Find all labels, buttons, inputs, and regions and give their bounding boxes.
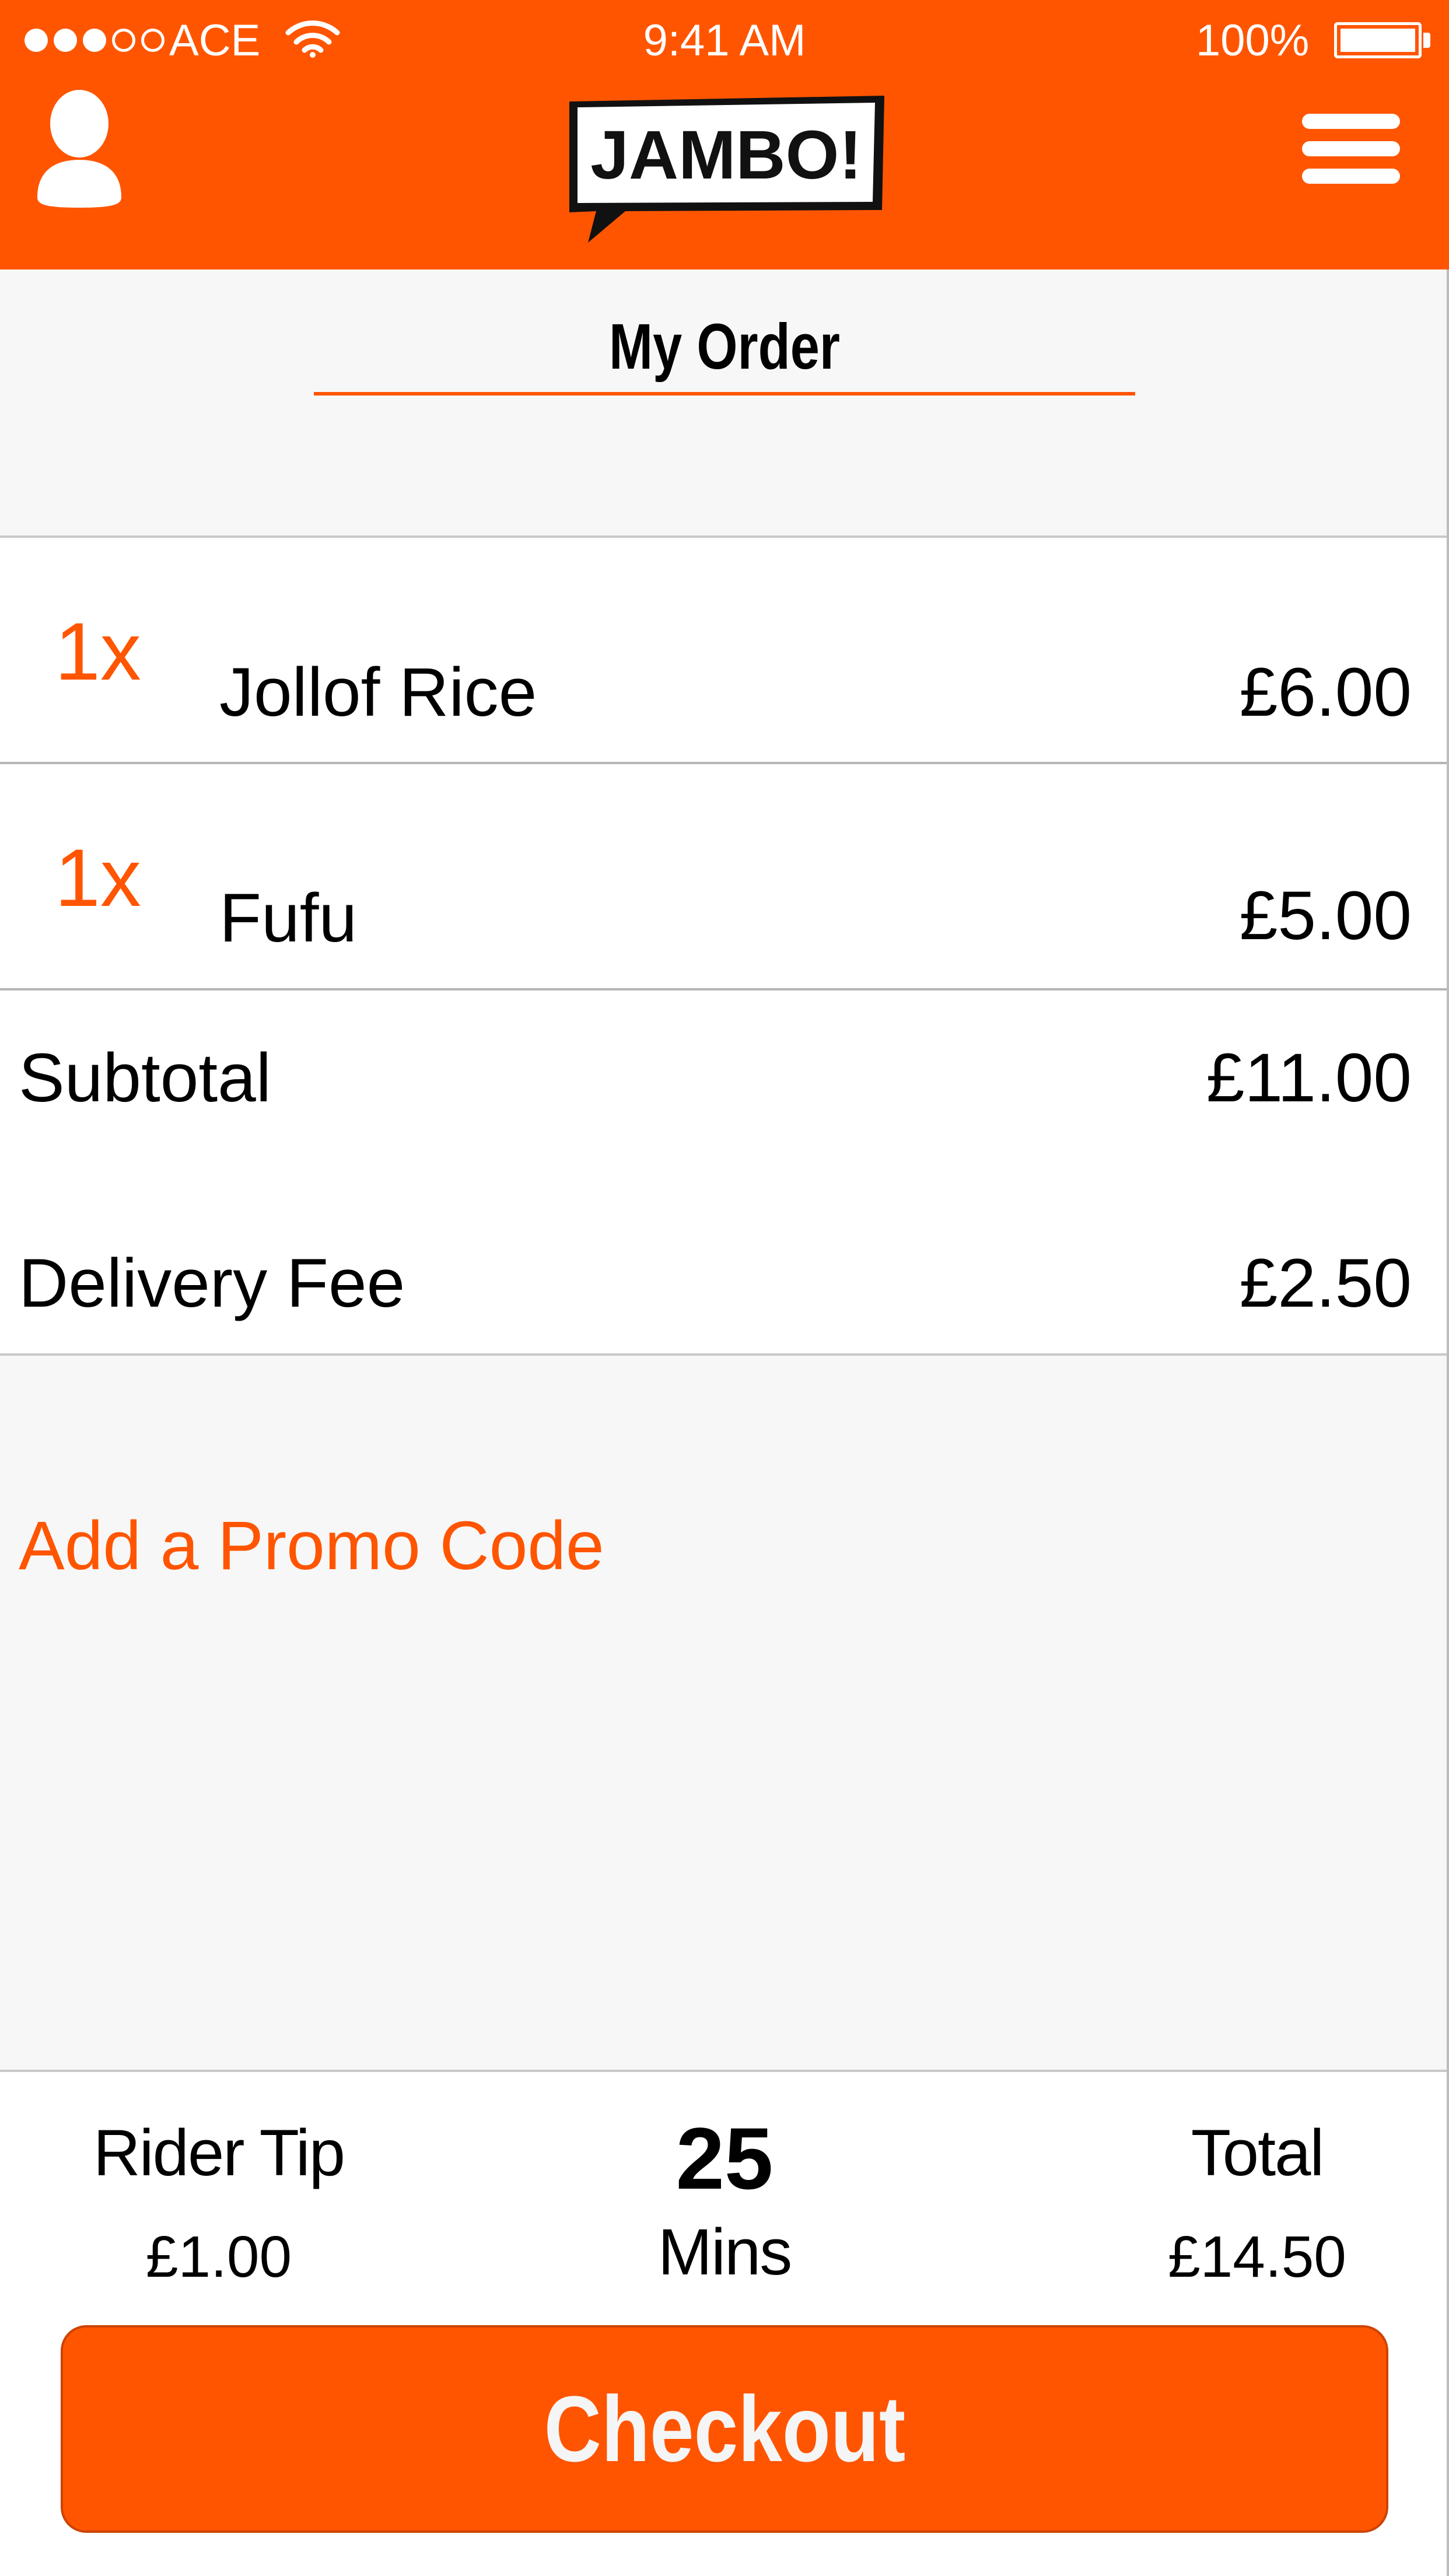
checkout-button[interactable]: Checkout [61, 2325, 1388, 2533]
logo-text: JAMBO! [590, 117, 862, 194]
status-bar: ACE 9:41 AM 100% [0, 0, 1449, 82]
item-name: Jollof Rice [219, 654, 537, 731]
rider-tip-label: Rider Tip [93, 2116, 345, 2189]
delivery-fee-label: Delivery Fee [19, 1245, 405, 1322]
delivery-fee-value: £2.50 [1239, 1245, 1412, 1322]
item-price: £6.00 [1239, 654, 1412, 731]
title-underline [314, 392, 1135, 396]
promo-section [0, 1356, 1449, 2072]
order-item-row[interactable]: 1x Jollof Rice £6.00 [0, 538, 1449, 764]
add-promo-code-link[interactable]: Add a Promo Code [19, 1505, 604, 1587]
profile-button[interactable] [33, 88, 126, 210]
battery-icon [1334, 22, 1422, 58]
subtotal-value: £11.00 [1206, 1040, 1412, 1116]
item-price: £5.00 [1239, 877, 1412, 954]
subtotal-label: Subtotal [19, 1040, 271, 1116]
eta-unit: Mins [657, 2216, 792, 2288]
item-quantity: 1x [55, 832, 141, 923]
item-name: Fufu [219, 880, 358, 957]
eta-value: 25 [676, 2109, 774, 2207]
right-edge-divider [1447, 270, 1449, 2576]
checkout-label: Checkout [544, 2376, 905, 2481]
page-title: My Order [608, 311, 840, 383]
menu-button[interactable] [1302, 114, 1400, 184]
user-icon [37, 90, 121, 208]
item-quantity: 1x [55, 606, 141, 697]
total-label: Total [1191, 2116, 1325, 2189]
jambo-logo: JAMBO! [565, 92, 884, 245]
order-item-row[interactable]: 1x Fufu £5.00 [0, 764, 1449, 991]
rider-tip-value[interactable]: £1.00 [35, 2219, 402, 2295]
battery-tip [1423, 33, 1430, 48]
totals-section: Subtotal £11.00 Delivery Fee £2.50 [0, 993, 1449, 1356]
battery-percentage: 100% [1196, 16, 1310, 65]
total-value: £14.50 [1168, 2224, 1346, 2290]
